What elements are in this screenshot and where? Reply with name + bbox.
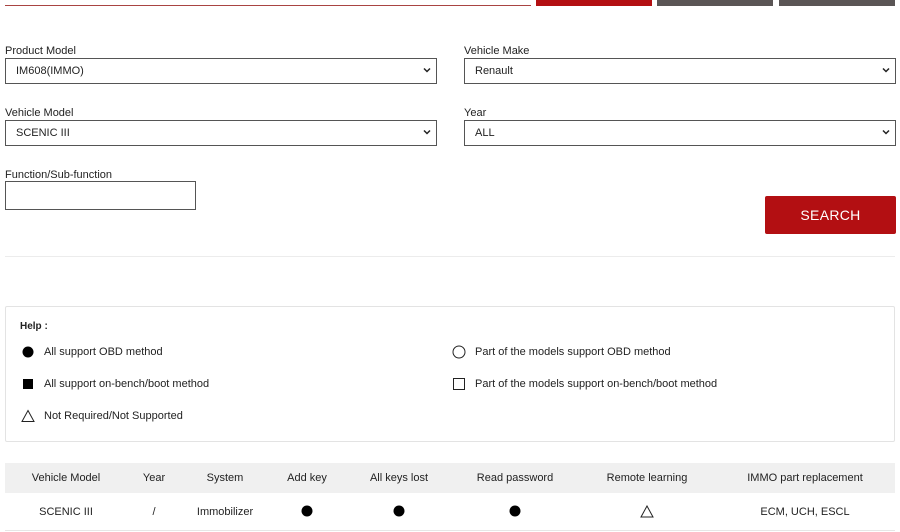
column-header: Remote learning [606,472,688,484]
table-header: Vehicle Model Year System Add key All ke… [5,463,895,493]
chevron-down-icon [882,129,890,135]
vehicle-make-select[interactable]: Renault [464,58,896,84]
function-label: Function/Sub-function [5,169,113,181]
year-value: ALL [475,127,495,139]
tab-active[interactable] [536,0,652,6]
legend-text: Part of the models support on-bench/boot… [475,378,718,390]
top-divider-line [5,5,531,6]
vehicle-model-select[interactable]: SCENIC III [5,120,437,146]
filled-circle-icon [393,505,405,517]
legend-item: Not Required/Not Supported [21,409,183,423]
product-model-select[interactable]: IM608(IMMO) [5,58,437,84]
filled-circle-icon [22,346,34,358]
column-header: Read password [476,472,554,484]
vehicle-make-label: Vehicle Make [464,45,530,57]
column-header: All keys lost [369,472,429,484]
triangle-icon [21,409,35,422]
year-label: Year [464,107,487,119]
chevron-down-icon [882,67,890,73]
legend-text: Not Required/Not Supported [44,410,183,422]
cell-system: Immobilizer [196,506,254,518]
triangle-icon [640,505,654,518]
legend-item: All support OBD method [21,345,163,359]
year-select[interactable]: ALL [464,120,896,146]
legend-item: All support on-bench/boot method [21,377,209,391]
search-button[interactable]: SEARCH [765,196,896,234]
function-input[interactable] [5,181,196,210]
cell-year: / [152,506,156,518]
chevron-down-icon [423,67,431,73]
section-divider [5,256,895,257]
chevron-down-icon [423,129,431,135]
tab-2[interactable] [657,0,773,6]
filled-circle-icon [509,505,521,517]
column-header: System [206,472,244,484]
help-panel: Help : All support OBD method Part of th… [5,306,895,442]
help-title: Help : [20,321,48,332]
vehicle-model-value: SCENIC III [16,127,70,139]
tab-3[interactable] [779,0,895,6]
product-model-value: IM608(IMMO) [16,65,84,77]
cell-vehicle-model: SCENIC III [39,506,93,518]
legend-text: All support on-bench/boot method [44,378,210,390]
legend-item: Part of the models support OBD method [452,345,671,359]
column-header: Add key [287,472,327,484]
vehicle-make-value: Renault [475,65,513,77]
filled-square-icon [23,379,33,389]
column-header: Vehicle Model [31,472,101,484]
vehicle-model-label: Vehicle Model [5,107,74,119]
filled-circle-icon [301,505,313,517]
hollow-circle-icon [452,345,466,359]
cell-immo-part-replacement: ECM, UCH, ESCL [760,506,850,518]
product-model-label: Product Model [5,45,76,57]
legend-text: All support OBD method [44,346,163,358]
legend-text: Part of the models support OBD method [475,346,671,358]
table-row: SCENIC III / Immobilizer ECM, UCH, ESCL [5,493,895,531]
hollow-square-icon [453,378,465,390]
column-header: Year [142,472,166,484]
legend-item: Part of the models support on-bench/boot… [452,377,717,391]
column-header: IMMO part replacement [747,472,863,484]
